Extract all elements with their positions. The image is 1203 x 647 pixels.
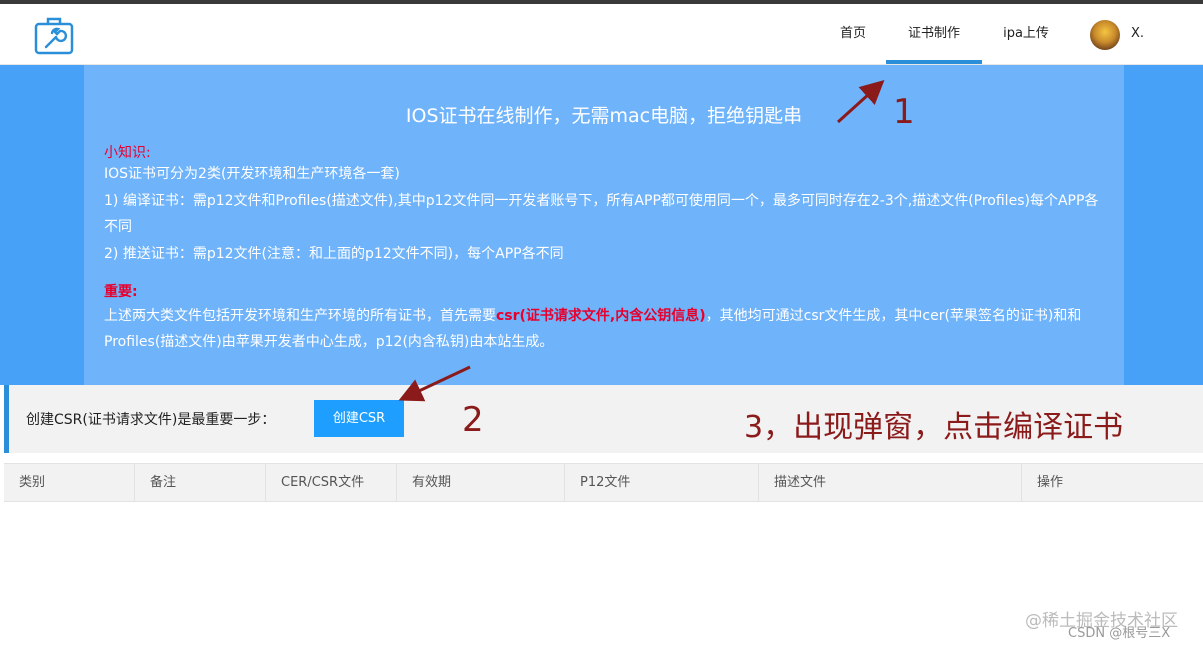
important-title: 重要:	[104, 284, 138, 300]
column-header: 操作	[1037, 475, 1064, 490]
important-text-before: 上述两大类文件包括开发环境和生产环境的所有证书，首先需要	[104, 308, 496, 324]
important-highlight: csr(证书请求文件,内含公钥信息)	[496, 308, 706, 324]
annotation-3: 3，出现弹窗，点击编译证书	[744, 410, 1124, 445]
hero-banner: IOS证书在线制作，无需mac电脑，拒绝钥匙串 小知识: IOS证书可分为2类(…	[0, 65, 1203, 385]
table-header: 类别 备注 CER/CSR文件 有效期 P12文件 描述文件 操作	[4, 463, 1203, 502]
annotation-1: 1	[893, 92, 915, 132]
toolbox-wrench-icon[interactable]	[34, 15, 74, 55]
create-csr-button[interactable]: 创建CSR	[314, 400, 404, 437]
top-navbar: 首页 证书制作 ipa上传 X.	[0, 4, 1203, 65]
column-header: 备注	[135, 464, 266, 501]
user-avatar[interactable]	[1090, 20, 1120, 50]
column-header: 描述文件	[759, 464, 1022, 501]
annotation-2: 2	[462, 400, 484, 440]
column-header: CER/CSR文件	[266, 464, 397, 501]
tip-line: 1) 编译证书：需p12文件和Profiles(描述文件),其中p12文件同一开…	[104, 193, 1099, 235]
nav-ipa-upload[interactable]: ipa上传	[994, 4, 1058, 64]
column-header: 类别	[4, 464, 135, 501]
nav-cert-make[interactable]: 证书制作	[886, 4, 982, 64]
hero-title: IOS证书在线制作，无需mac电脑，拒绝钥匙串	[405, 105, 803, 127]
tip-title: 小知识:	[104, 145, 151, 161]
hero-content: IOS证书在线制作，无需mac电脑，拒绝钥匙串 小知识: IOS证书可分为2类(…	[84, 65, 1124, 385]
column-header: P12文件	[565, 464, 759, 501]
tip-line: IOS证书可分为2类(开发环境和生产环境各一套)	[104, 166, 400, 182]
watermark-csdn: CSDN @根号三X	[1068, 626, 1171, 641]
important-text: 上述两大类文件包括开发环境和生产环境的所有证书，首先需要csr(证书请求文件,内…	[104, 303, 1104, 355]
nav-home[interactable]: 首页	[826, 4, 880, 64]
user-name[interactable]: X.	[1131, 4, 1144, 64]
csr-label: 创建CSR(证书请求文件)是最重要一步：	[26, 412, 276, 428]
column-header: 有效期	[397, 464, 565, 501]
tip-line: 2) 推送证书：需p12文件(注意：和上面的p12文件不同)，每个APP各不同	[104, 246, 564, 262]
